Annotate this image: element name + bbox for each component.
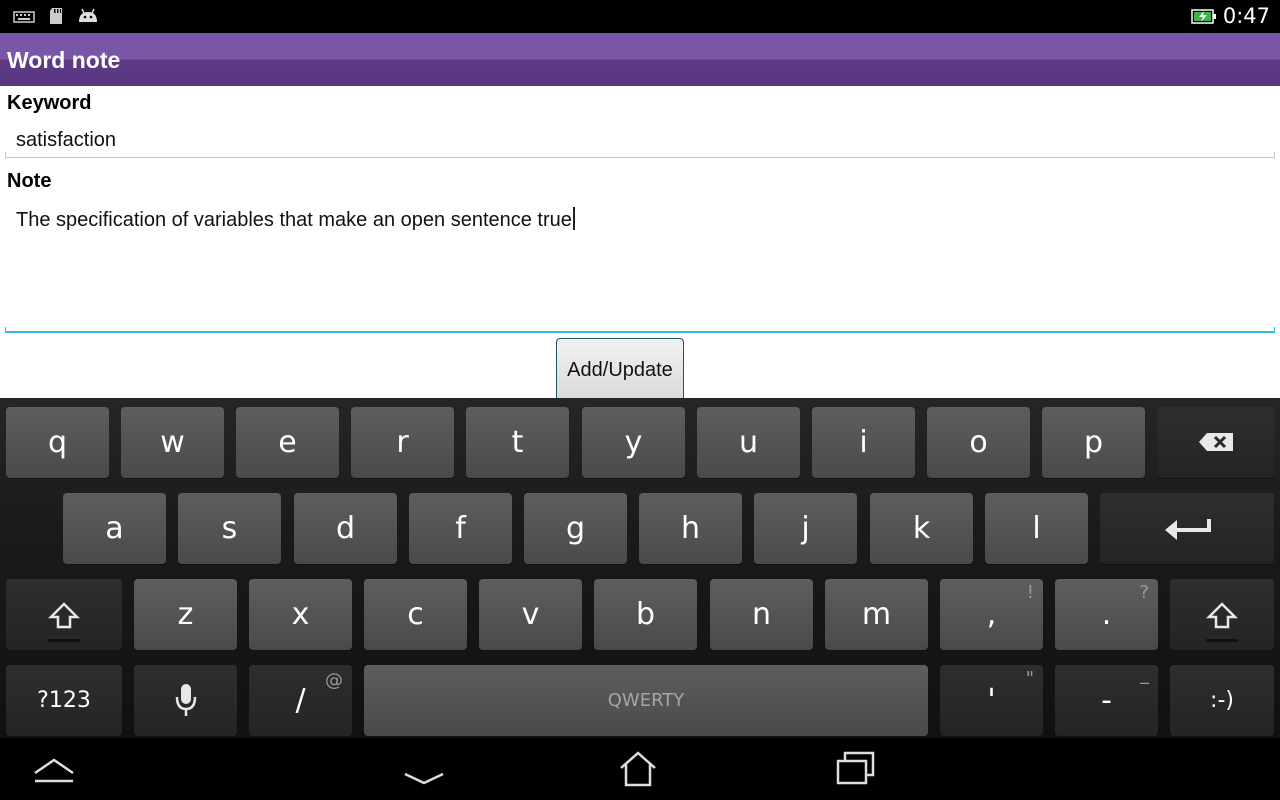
key-d[interactable]: d (294, 493, 397, 564)
key-slash[interactable]: / @ ... (249, 665, 352, 758)
battery-charging-icon (1191, 9, 1216, 24)
key-z[interactable]: z (134, 579, 237, 650)
keyword-underline (5, 152, 1275, 158)
key-b[interactable]: b (594, 579, 697, 650)
key-s[interactable]: s (178, 493, 281, 564)
backspace-icon (1199, 433, 1233, 451)
key-comma[interactable]: , ! (940, 579, 1043, 650)
recent-apps-icon[interactable] (831, 748, 881, 790)
key-y[interactable]: y (582, 407, 685, 478)
smiley-key-label: :-) (1210, 688, 1234, 713)
key-j[interactable]: j (754, 493, 857, 564)
app-title: Word note (7, 47, 121, 73)
soft-keyboard: q w e r t y u i o p a s d f g h j k l ..… (0, 398, 1280, 758)
key-dash[interactable]: - _ (1055, 664, 1158, 736)
key-f[interactable]: f (409, 493, 512, 564)
android-icon (79, 8, 97, 22)
note-focus-underline (5, 327, 1275, 333)
key-g[interactable]: g (524, 493, 627, 564)
key-e[interactable]: e (236, 407, 339, 478)
navigation-bar (0, 738, 1280, 800)
back-chevron-down-icon[interactable] (399, 748, 449, 790)
key-c[interactable]: c (364, 579, 467, 650)
hide-keyboard-icon[interactable] (29, 748, 79, 790)
key-apostrophe-label: ' (987, 683, 996, 718)
keyword-label: Keyword (7, 92, 92, 114)
key-m[interactable]: m (825, 579, 928, 650)
note-label: Note (7, 170, 52, 192)
shift-key-left[interactable] (6, 579, 122, 650)
key-h[interactable]: h (639, 493, 742, 564)
key-t[interactable]: t (466, 407, 569, 478)
key-i[interactable]: i (812, 407, 915, 478)
shift-icon (1206, 602, 1238, 642)
key-u[interactable]: u (697, 407, 800, 478)
key-slash-label: / (295, 683, 306, 718)
key-apostrophe[interactable]: ' " (940, 665, 1043, 736)
key-q[interactable]: q (6, 407, 109, 478)
key-comma-label: , (986, 597, 997, 632)
voice-input-key[interactable]: ... (134, 665, 237, 758)
shift-key-right[interactable] (1170, 579, 1274, 650)
key-comma-hint: ! (1026, 582, 1034, 603)
text-cursor (572, 207, 575, 230)
space-key-label: QWERTY (607, 690, 685, 711)
smiley-key[interactable]: :-) ... (1170, 665, 1274, 758)
keyword-input[interactable]: satisfaction (16, 129, 116, 152)
key-n[interactable]: n (710, 579, 813, 650)
sd-card-icon (50, 8, 62, 24)
symbols-key[interactable]: ?123 (6, 665, 122, 736)
key-slash-hint: @ (325, 670, 343, 691)
home-icon[interactable] (613, 748, 663, 790)
status-bar: 0:47 (0, 0, 1280, 33)
key-period-hint: ? (1139, 582, 1149, 603)
enter-key[interactable]: ... (1100, 493, 1274, 586)
note-text: The specification of variables that make… (16, 209, 572, 231)
key-dash-hint: _ (1140, 664, 1149, 685)
key-x[interactable]: x (249, 579, 352, 650)
key-r[interactable]: r (351, 407, 454, 478)
key-w[interactable]: w (121, 407, 224, 478)
action-bar: Word note (0, 33, 1280, 86)
key-dash-label: - (1101, 683, 1112, 718)
key-v[interactable]: v (479, 579, 582, 650)
key-k[interactable]: k (870, 493, 973, 564)
enter-arrow-icon (1165, 519, 1211, 540)
shift-icon (48, 602, 80, 642)
key-p[interactable]: p (1042, 407, 1145, 478)
space-key[interactable]: QWERTY ... (364, 665, 928, 758)
key-o[interactable]: o (927, 407, 1030, 478)
note-input[interactable]: The specification of variables that make… (16, 207, 575, 232)
key-l[interactable]: l (985, 493, 1088, 564)
keyboard-icon (13, 11, 35, 23)
add-update-button[interactable]: Add/Update (556, 338, 684, 400)
backspace-key[interactable] (1158, 407, 1274, 478)
note-form: Keyword satisfaction Note The specificat… (0, 86, 1280, 400)
key-apostrophe-hint: " (1025, 668, 1034, 689)
key-a[interactable]: a (63, 493, 166, 564)
microphone-icon (175, 684, 197, 716)
clock: 0:47 (1222, 4, 1270, 28)
key-period-label: . (1101, 597, 1112, 632)
